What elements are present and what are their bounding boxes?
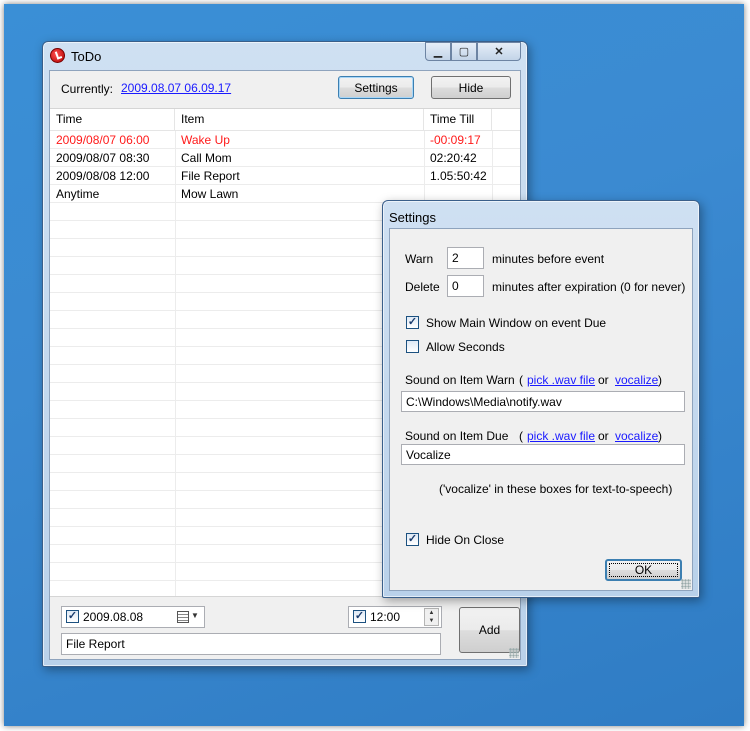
hide-button[interactable]: Hide [431,76,511,99]
paren-close: ) [658,373,662,387]
row-time: 2009/08/07 06:00 [56,133,150,147]
row-time-till: 1.05:50:42 [430,169,487,183]
list-row[interactable]: 2009/08/07 08:30 Call Mom 02:20:42 [50,149,520,167]
add-button[interactable]: Add [459,607,520,653]
column-header-item[interactable]: Item [175,109,424,131]
time-enabled-checkbox[interactable]: ✓ [353,610,366,623]
row-time: 2009/08/08 12:00 [56,169,150,183]
time-spinner[interactable]: ▲ ▼ [424,608,439,626]
add-item-panel: ✓ 2009.08.08 ▼ ✓ 12:00 ▲ ▼ File Report A… [50,598,520,659]
close-icon: ✕ [494,46,504,58]
sound-warn-label: Sound on Item Warn [405,373,515,387]
sound-due-label: Sound on Item Due [405,429,509,443]
resize-grip[interactable] [681,579,691,589]
ok-button[interactable]: OK [605,559,682,581]
allow-seconds-label[interactable]: Allow Seconds [426,340,505,354]
paren-open: ( [519,373,523,387]
settings-client-area: Warn 2 minutes before event Delete 0 min… [389,228,693,591]
warn-suffix: minutes before event [492,252,605,266]
column-header-time-till[interactable]: Time Till [424,109,492,131]
column-header-time[interactable]: Time [50,109,175,131]
maximize-button[interactable]: ▢ [451,42,477,61]
current-datetime-link[interactable]: 2009.08.07 06.09.17 [121,81,231,95]
row-time: 2009/08/07 08:30 [56,151,150,165]
main-window-title: ToDo [71,49,102,64]
caption-buttons: ▁ ▢ ✕ [425,42,521,62]
chevron-down-icon[interactable]: ▼ [191,611,199,620]
vocalize-hint: ('vocalize' in these boxes for text-to-s… [439,482,673,496]
row-time-till: 02:20:42 [430,151,477,165]
paren-open: ( [519,429,523,443]
todo-app-icon [50,48,65,63]
calendar-icon[interactable] [177,611,189,623]
currently-label: Currently: [61,82,114,96]
sound-warn-input[interactable]: C:\Windows\Media\notify.wav [401,391,685,412]
spin-up-icon[interactable]: ▲ [425,609,438,617]
delete-label: Delete [405,280,440,294]
list-header: Time Item Time Till [50,109,520,131]
list-row[interactable]: 2009/08/08 12:00 File Report 1.05:50:42 [50,167,520,185]
sound-due-input[interactable]: Vocalize [401,444,685,465]
row-item: File Report [181,169,240,183]
row-item: Call Mom [181,151,232,165]
spin-down-icon[interactable]: ▼ [425,617,438,625]
row-item: Wake Up [181,133,230,147]
vocalize-link-warn[interactable]: vocalize [615,373,658,387]
row-time: Anytime [56,187,100,201]
settings-titlebar[interactable]: Settings [383,201,699,229]
row-time-till: -00:09:17 [430,133,481,147]
list-row[interactable]: 2009/08/07 06:00 Wake Up -00:09:17 [50,131,520,149]
item-input[interactable]: File Report [61,633,441,655]
date-value: 2009.08.08 [83,610,144,624]
time-value: 12:00 [370,610,401,624]
show-main-window-label[interactable]: Show Main Window on event Due [426,316,606,330]
pick-wav-link-due[interactable]: pick .wav file [527,429,595,443]
row-item: Mow Lawn [181,187,239,201]
minimize-icon: ▁ [433,46,443,58]
warn-minutes-input[interactable]: 2 [447,247,484,269]
allow-seconds-checkbox[interactable] [406,340,419,353]
settings-window: Settings Warn 2 minutes before event Del… [382,200,700,598]
or-text: or [598,373,609,387]
settings-button[interactable]: Settings [338,76,414,99]
delete-suffix: minutes after expiration (0 for never) [492,280,686,294]
time-picker[interactable]: ✓ 12:00 ▲ ▼ [348,606,442,628]
date-enabled-checkbox[interactable]: ✓ [66,610,79,623]
paren-close: ) [658,429,662,443]
vocalize-link-due[interactable]: vocalize [615,429,658,443]
pick-wav-link-warn[interactable]: pick .wav file [527,373,595,387]
main-titlebar[interactable]: ToDo ▁ ▢ ✕ [43,42,527,70]
settings-window-title: Settings [389,210,436,225]
delete-minutes-input[interactable]: 0 [447,275,484,297]
maximize-icon: ▢ [458,46,470,58]
hide-on-close-checkbox[interactable]: ✓ [406,533,419,546]
minimize-button[interactable]: ▁ [425,42,451,61]
date-picker[interactable]: ✓ 2009.08.08 ▼ [61,606,205,628]
or-text: or [598,429,609,443]
show-main-window-checkbox[interactable]: ✓ [406,316,419,329]
hide-on-close-label[interactable]: Hide On Close [426,533,504,547]
resize-grip[interactable] [509,648,519,658]
warn-label: Warn [405,252,434,266]
close-button[interactable]: ✕ [477,42,521,61]
